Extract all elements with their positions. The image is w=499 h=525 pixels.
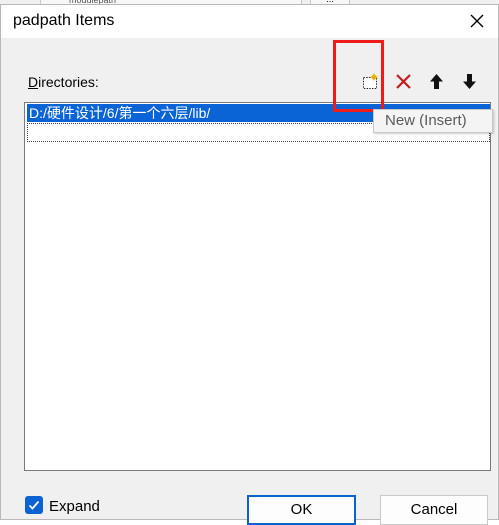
red-highlight-box (333, 40, 384, 112)
delete-x-icon (396, 74, 411, 89)
cancel-button[interactable]: Cancel (380, 495, 488, 525)
move-up-button[interactable] (424, 69, 448, 93)
close-icon (470, 14, 484, 28)
expand-label[interactable]: Expand (49, 498, 100, 515)
arrow-up-icon (430, 74, 443, 89)
expand-checkbox[interactable] (25, 496, 43, 514)
directories-listbox[interactable]: D:/硬件设计/6/第一个六层/lib/ (24, 102, 491, 471)
title-bar: padpath Items (1, 5, 498, 38)
directories-label-accel: D (28, 74, 39, 90)
ok-button[interactable]: OK (247, 495, 356, 525)
new-button-tooltip: New (Insert) (373, 109, 493, 133)
directories-label: Directories: (28, 74, 99, 90)
arrow-down-icon (463, 74, 476, 89)
checkmark-icon (28, 500, 40, 510)
delete-button[interactable] (391, 69, 415, 93)
padpath-items-dialog: padpath Items Directories: D:/硬件设计/6/第一个… (0, 4, 499, 525)
directory-item-text: D:/硬件设计/6/第一个六层/lib/ (29, 105, 211, 121)
directories-label-rest: irectories: (38, 74, 99, 90)
move-down-button[interactable] (457, 69, 481, 93)
dialog-title: padpath Items (13, 12, 115, 29)
close-button[interactable] (462, 7, 492, 35)
directories-header: Directories: (24, 68, 491, 94)
